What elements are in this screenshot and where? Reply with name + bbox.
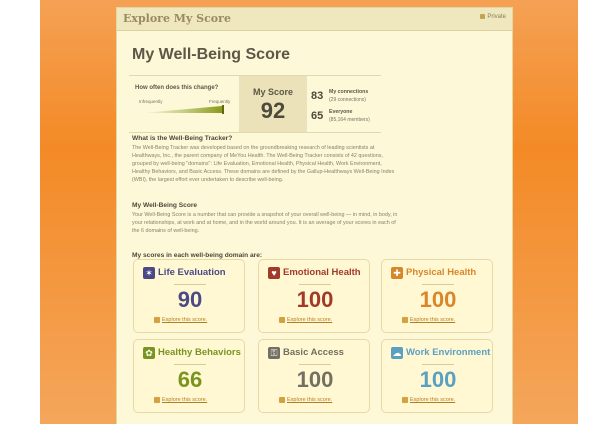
explore-link-label: Explore this score. <box>287 397 333 403</box>
physical-health-icon: ✚ <box>391 267 403 279</box>
edit-icon <box>402 397 408 403</box>
my-score-box: My Score 92 <box>239 76 307 132</box>
domain-score: 100 <box>296 367 334 392</box>
everyone-comparison: 65 Everyone (85,164 members) <box>311 108 386 128</box>
section-heading-tracker: What is the Well-Being Tracker? <box>132 135 233 142</box>
domain-title: Emotional Health <box>283 267 361 278</box>
domain-card-life-evaluation: ✶ Life Evaluation 90 Explore this score. <box>133 259 245 333</box>
domain-score: 100 <box>419 367 457 392</box>
everyone-label: Everyone <box>329 109 353 115</box>
domain-score: 100 <box>419 287 457 312</box>
divider <box>422 284 454 285</box>
panel-header: Explore My Score Private <box>117 8 512 31</box>
everyone-score: 65 <box>311 110 324 122</box>
domain-card-physical-health: ✚ Physical Health 100 Explore this score… <box>381 259 493 333</box>
privacy-label: Private <box>487 14 506 21</box>
explore-link-label: Explore this score. <box>410 397 456 403</box>
my-score-value: 92 <box>260 98 286 123</box>
edit-icon <box>279 317 285 323</box>
domain-card-basic-access: ⚿ Basic Access 100 Explore this score. <box>258 339 370 413</box>
life-evaluation-icon: ✶ <box>143 267 155 279</box>
frequency-question: How often does this change? <box>135 85 219 91</box>
divider <box>174 364 206 365</box>
domain-scores-heading: My scores in each well-being domain are: <box>132 252 263 259</box>
privacy-indicator[interactable]: Private <box>480 14 506 20</box>
explore-score-link[interactable]: Explore this score. <box>402 317 456 323</box>
section-body-score: Your Well-Being Score is a number that c… <box>132 212 398 234</box>
everyone-count: (85,164 members) <box>329 117 370 123</box>
my-score-label: My Score <box>252 87 294 97</box>
domain-card-healthy-behaviors: ✿ Healthy Behaviors 66 Explore this scor… <box>133 339 245 413</box>
frequency-low-label: Infrequently <box>139 99 163 104</box>
domain-card-work-environment: ☁ Work Environment 100 Explore this scor… <box>381 339 493 413</box>
explore-score-link[interactable]: Explore this score. <box>279 397 333 403</box>
explore-score-link[interactable]: Explore this score. <box>154 397 208 403</box>
basic-access-icon: ⚿ <box>268 347 280 359</box>
edit-icon <box>154 317 160 323</box>
domain-title: Work Environment <box>406 347 491 358</box>
edit-icon <box>279 397 285 403</box>
frequency-scale <box>142 106 222 113</box>
domain-title: Healthy Behaviors <box>158 347 241 358</box>
edit-icon <box>154 397 160 403</box>
connections-comparison: 83 My connections (29 connections) <box>311 88 386 108</box>
panel-title: Explore My Score <box>123 12 231 25</box>
frequency-high-label: Frequently <box>209 99 231 104</box>
domain-score: 90 <box>177 287 203 312</box>
edit-icon <box>402 317 408 323</box>
connections-count: (29 connections) <box>329 97 366 103</box>
divider <box>299 364 331 365</box>
connections-label: My connections <box>329 89 369 95</box>
score-summary: How often does this change? Infrequently… <box>129 75 381 133</box>
domain-card-emotional-health: ♥ Emotional Health 100 Explore this scor… <box>258 259 370 333</box>
section-body-tracker: The Well-Being Tracker was developed bas… <box>132 145 395 183</box>
lock-icon <box>480 14 486 19</box>
content-panel: Explore My Score Private My Well-Being S… <box>116 7 513 424</box>
explore-link-label: Explore this score. <box>410 317 456 323</box>
explore-score-link[interactable]: Explore this score. <box>279 317 333 323</box>
explore-link-label: Explore this score. <box>162 397 208 403</box>
domain-title: Life Evaluation <box>158 267 226 278</box>
explore-link-label: Explore this score. <box>162 317 208 323</box>
divider <box>299 284 331 285</box>
healthy-behaviors-icon: ✿ <box>143 347 155 359</box>
divider <box>174 284 206 285</box>
frequency-marker <box>222 105 224 114</box>
work-environment-icon: ☁ <box>391 347 403 359</box>
page-title: My Well-Being Score <box>132 46 290 63</box>
explore-score-link[interactable]: Explore this score. <box>154 317 208 323</box>
domain-score: 66 <box>177 367 203 392</box>
explore-score-link[interactable]: Explore this score. <box>402 397 456 403</box>
explore-link-label: Explore this score. <box>287 317 333 323</box>
divider <box>422 364 454 365</box>
domain-title: Basic Access <box>283 347 344 358</box>
domain-title: Physical Health <box>406 267 477 278</box>
section-heading-score: My Well-Being Score <box>132 202 198 209</box>
change-frequency: How often does this change? Infrequently… <box>129 76 237 132</box>
emotional-health-icon: ♥ <box>268 267 280 279</box>
domain-score: 100 <box>296 287 334 312</box>
connections-score: 83 <box>311 90 324 102</box>
